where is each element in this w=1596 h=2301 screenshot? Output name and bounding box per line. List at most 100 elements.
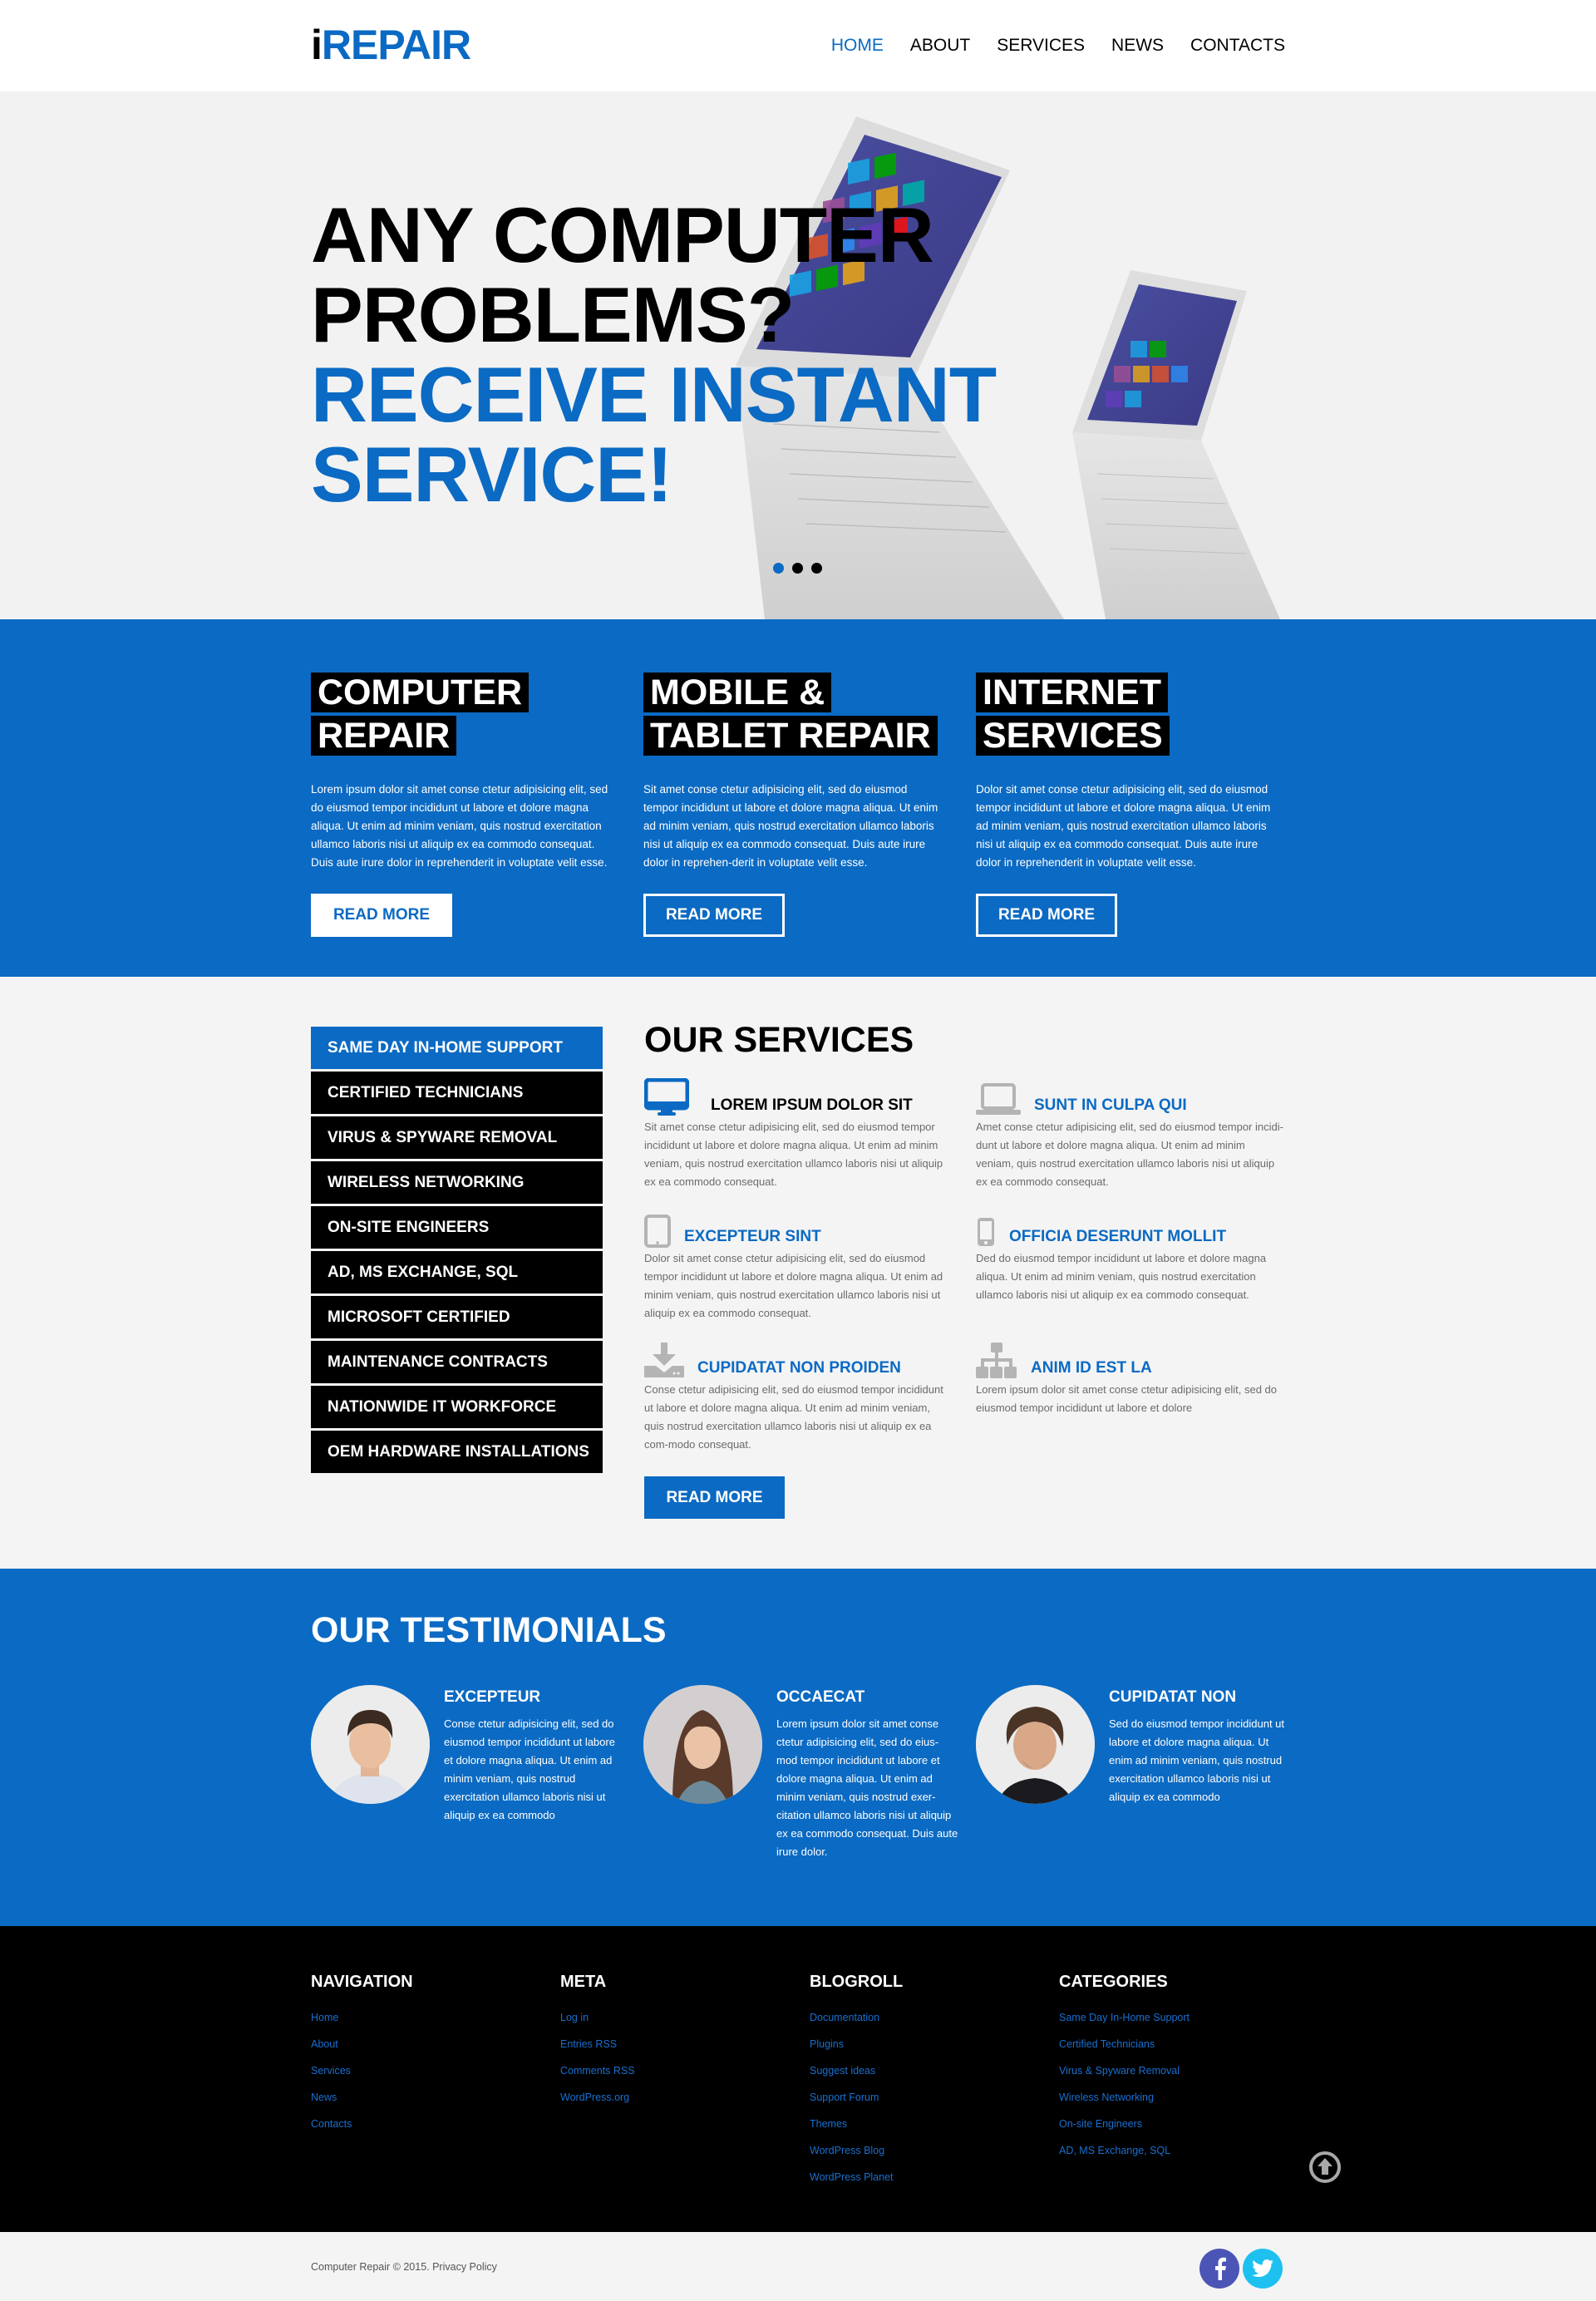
- footer-link[interactable]: Home: [311, 2004, 544, 2031]
- download-icon: [644, 1343, 684, 1377]
- service-text: Conse ctetur adipisicing elit, sed do ei…: [644, 1383, 943, 1451]
- service-name: SUNT IN CULPA QUI: [1034, 1096, 1187, 1114]
- phone-icon: [978, 1218, 994, 1246]
- feature-mobile-tablet-repair: MOBILE & TABLET REPAIR Sit amet conse cte…: [643, 671, 943, 937]
- nav-news[interactable]: NEWS: [1111, 33, 1164, 58]
- footer-link[interactable]: About: [311, 2031, 544, 2057]
- side-menu-item[interactable]: NATIONWIDE IT WORKFORCE: [311, 1386, 603, 1428]
- side-menu-item[interactable]: VIRUS & SPYWARE REMOVAL: [311, 1116, 603, 1159]
- footer-link[interactable]: Contacts: [311, 2111, 544, 2137]
- read-more-button[interactable]: READ MORE: [976, 894, 1117, 937]
- footer-link[interactable]: WordPress.org: [560, 2084, 793, 2111]
- twitter-icon[interactable]: [1243, 2249, 1283, 2289]
- feature-title: COMPUTER REPAIR: [311, 671, 610, 757]
- testimonial-text: Lorem ipsum dolor sit amet conse ctetur …: [776, 1717, 958, 1858]
- footer-link[interactable]: Certified Technicians: [1059, 2031, 1292, 2057]
- feature-title-line: SERVICES: [976, 716, 1170, 756]
- footer-link[interactable]: WordPress Blog: [810, 2137, 1042, 2164]
- service-name: CUPIDATAT NON PROIDEN: [697, 1359, 901, 1377]
- footer-link[interactable]: Entries RSS: [560, 2031, 793, 2057]
- side-menu-item[interactable]: AD, MS EXCHANGE, SQL: [311, 1251, 603, 1293]
- side-menu-item[interactable]: OEM HARDWARE INSTALLATIONS: [311, 1431, 603, 1473]
- footer-link[interactable]: Log in: [560, 2004, 793, 2031]
- service-item: EXCEPTEUR SINT Dolor sit amet conse ctet…: [644, 1201, 952, 1323]
- logo[interactable]: iREPAIR: [311, 22, 471, 68]
- slider-dot-3[interactable]: [811, 563, 822, 574]
- hero-headline: ANY COMPUTER PROBLEMS? RECEIVE INSTANT S…: [311, 191, 997, 515]
- side-menu-item[interactable]: MAINTENANCE CONTRACTS: [311, 1341, 603, 1383]
- site-header: iREPAIR HOME ABOUT SERVICES NEWS CONTACT…: [0, 0, 1596, 91]
- footer-link[interactable]: Documentation: [810, 2004, 1042, 2031]
- side-menu-item[interactable]: MICROSOFT CERTIFIED: [311, 1296, 603, 1338]
- avatar: [976, 1685, 1095, 1804]
- scroll-to-top-icon[interactable]: [1308, 2151, 1342, 2184]
- facebook-icon[interactable]: [1199, 2249, 1239, 2289]
- read-more-button[interactable]: READ MORE: [643, 894, 785, 937]
- footer-link[interactable]: Virus & Spyware Removal: [1059, 2057, 1292, 2084]
- feature-title: MOBILE & TABLET REPAIR: [643, 671, 943, 757]
- service-name: EXCEPTEUR SINT: [684, 1228, 821, 1245]
- footer-link[interactable]: WordPress Planet: [810, 2164, 1042, 2190]
- services-section: SAME DAY IN-HOME SUPPORT CERTIFIED TECHN…: [0, 977, 1596, 1569]
- footer-column-title: META: [560, 1973, 607, 1991]
- side-menu-item[interactable]: WIRELESS NETWORKING: [311, 1161, 603, 1204]
- nav-contacts[interactable]: CONTACTS: [1190, 33, 1285, 58]
- footer-link[interactable]: Plugins: [810, 2031, 1042, 2057]
- feature-title-line: INTERNET: [976, 673, 1168, 712]
- avatar: [311, 1685, 430, 1804]
- feature-title-line: COMPUTER: [311, 673, 530, 712]
- service-item: ANIM ID EST LA Lorem ipsum dolor sit ame…: [976, 1333, 1283, 1417]
- testimonial-text: Sed do eiusmod tempor incididunt ut labo…: [1109, 1717, 1285, 1803]
- feature-text: Sit amet conse ctetur adipisicing elit, …: [643, 783, 938, 869]
- read-more-button[interactable]: READ MORE: [311, 894, 452, 937]
- service-name: OFFICIA DESERUNT MOLLIT: [1009, 1228, 1227, 1245]
- footer-link[interactable]: AD, MS Exchange, SQL: [1059, 2137, 1292, 2164]
- tablet-icon: [644, 1215, 671, 1248]
- footer-link[interactable]: Comments RSS: [560, 2057, 793, 2084]
- slider-dot-2[interactable]: [792, 563, 803, 574]
- footer-link[interactable]: News: [311, 2084, 544, 2111]
- services-read-more-button[interactable]: READ MORE: [644, 1476, 785, 1519]
- testimonial-name: OCCAECAT: [776, 1688, 865, 1706]
- feature-internet-services: INTERNET SERVICES Dolor sit amet conse ct…: [976, 671, 1275, 937]
- nav-services[interactable]: SERVICES: [997, 33, 1085, 58]
- footer-link[interactable]: Wireless Networking: [1059, 2084, 1292, 2111]
- nav-home[interactable]: HOME: [831, 33, 884, 58]
- service-text: Sit amet conse ctetur adipisicing elit, …: [644, 1121, 943, 1188]
- laptop-icon: [976, 1083, 1021, 1115]
- footer-link[interactable]: Services: [311, 2057, 544, 2084]
- monitor-icon: [644, 1078, 689, 1116]
- service-item: SUNT IN CULPA QUI Amet conse ctetur adip…: [976, 1070, 1283, 1191]
- footer-link[interactable]: Suggest ideas: [810, 2057, 1042, 2084]
- footer-column-title: BLOGROLL: [810, 1973, 904, 1991]
- logo-prefix: i: [311, 22, 323, 68]
- footer-link[interactable]: On-site Engineers: [1059, 2111, 1292, 2137]
- service-name: LOREM IPSUM DOLOR SIT: [711, 1096, 913, 1114]
- side-menu-item[interactable]: ON-SITE ENGINEERS: [311, 1206, 603, 1249]
- main-nav: HOME ABOUT SERVICES NEWS CONTACTS: [831, 33, 1285, 58]
- footer-link[interactable]: Themes: [810, 2111, 1042, 2137]
- side-menu-item[interactable]: CERTIFIED TECHNICIANS: [311, 1072, 603, 1114]
- footer-column-title: NAVIGATION: [311, 1973, 413, 1991]
- service-item: CUPIDATAT NON PROIDEN Conse ctetur adipi…: [644, 1333, 952, 1454]
- footer-link[interactable]: Same Day In-Home Support: [1059, 2004, 1292, 2031]
- hero-line-2: PROBLEMS?: [311, 271, 795, 358]
- testimonial-name: EXCEPTEUR: [444, 1688, 541, 1706]
- footer-column-blogroll: BLOGROLL Documentation Plugins Suggest i…: [810, 1969, 1042, 2190]
- nav-about[interactable]: ABOUT: [910, 33, 970, 58]
- site-footer: NAVIGATION Home About Services News Cont…: [0, 1926, 1596, 2232]
- footer-column-categories: CATEGORIES Same Day In-Home Support Cert…: [1059, 1969, 1292, 2164]
- feature-text: Lorem ipsum dolor sit amet conse ctetur …: [311, 783, 608, 869]
- testimonials-title: OUR TESTIMONIALS: [311, 1610, 667, 1650]
- side-menu-item[interactable]: SAME DAY IN-HOME SUPPORT: [311, 1027, 603, 1069]
- hero-slider: ANY COMPUTER PROBLEMS? RECEIVE INSTANT S…: [0, 91, 1596, 619]
- testimonials-section: OUR TESTIMONIALS EXCEPTEUR Conse ctetur …: [0, 1569, 1596, 1926]
- footer-link[interactable]: Support Forum: [810, 2084, 1042, 2111]
- feature-title-line: TABLET REPAIR: [643, 716, 938, 756]
- service-text: Lorem ipsum dolor sit amet conse ctetur …: [976, 1383, 1278, 1414]
- hero-line-1: ANY COMPUTER: [311, 191, 934, 278]
- slider-pagination: [773, 563, 822, 574]
- slider-dot-1[interactable]: [773, 563, 784, 574]
- logo-text: REPAIR: [321, 22, 471, 68]
- service-text: Amet conse ctetur adipisicing elit, sed …: [976, 1121, 1283, 1188]
